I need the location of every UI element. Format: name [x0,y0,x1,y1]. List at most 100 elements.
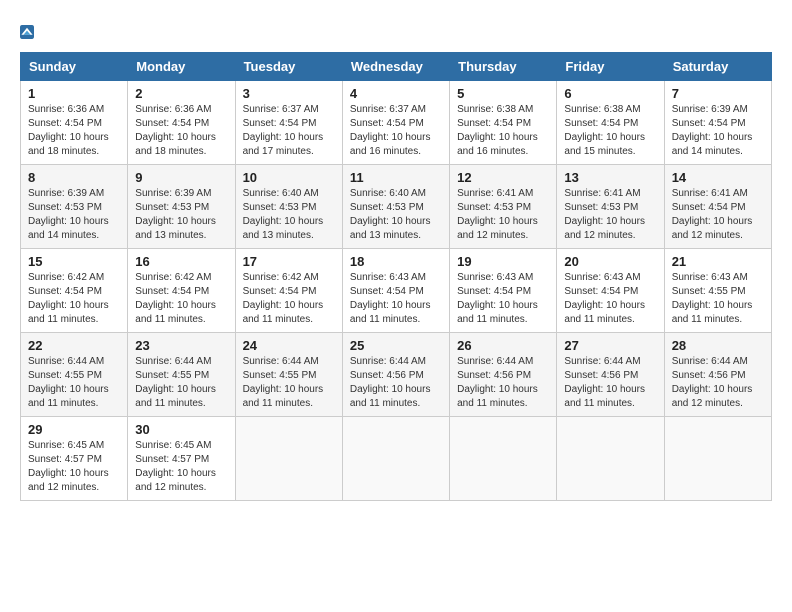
day-info: Sunrise: 6:45 AMSunset: 4:57 PMDaylight:… [135,439,227,495]
calendar-cell: 29Sunrise: 6:45 AMSunset: 4:57 PMDayligh… [21,417,128,501]
day-info: Sunrise: 6:44 AMSunset: 4:56 PMDaylight:… [564,355,656,411]
logo [20,20,36,42]
day-info: Sunrise: 6:43 AMSunset: 4:54 PMDaylight:… [350,271,442,327]
calendar-cell: 5 Sunrise: 6:38 AMSunset: 4:54 PMDaylight… [450,81,557,165]
day-number: 5 [457,86,549,101]
calendar-cell [342,417,449,501]
calendar-cell: 25Sunrise: 6:44 AMSunset: 4:56 PMDayligh… [342,333,449,417]
logo-icon [20,25,34,39]
calendar-cell: 27 Sunrise: 6:44 AMSunset: 4:56 PMDayligh… [557,333,664,417]
day-number: 10 [243,170,335,185]
day-info: Sunrise: 6:39 AMSunset: 4:53 PMDaylight:… [135,187,227,243]
calendar-cell: 18 Sunrise: 6:43 AMSunset: 4:54 PMDayligh… [342,249,449,333]
day-number: 23 [135,338,227,353]
calendar-cell: 9 Sunrise: 6:39 AMSunset: 4:53 PMDaylight… [128,165,235,249]
day-info: Sunrise: 6:42 AMSunset: 4:54 PMDaylight:… [243,271,335,327]
day-number: 24 [243,338,335,353]
day-info: Sunrise: 6:38 AMSunset: 4:54 PMDaylight:… [564,103,656,159]
day-info: Sunrise: 6:42 AMSunset: 4:54 PMDaylight:… [28,271,120,327]
calendar-cell: 1 Sunrise: 6:36 AMSunset: 4:54 PMDaylight… [21,81,128,165]
day-info: Sunrise: 6:36 AMSunset: 4:54 PMDaylight:… [28,103,120,159]
day-info: Sunrise: 6:37 AMSunset: 4:54 PMDaylight:… [350,103,442,159]
day-info: Sunrise: 6:39 AMSunset: 4:54 PMDaylight:… [672,103,764,159]
day-info: Sunrise: 6:44 AMSunset: 4:56 PMDaylight:… [457,355,549,411]
calendar-week-row: 22 Sunrise: 6:44 AMSunset: 4:55 PMDayligh… [21,333,772,417]
calendar-cell: 6Sunrise: 6:38 AMSunset: 4:54 PMDaylight… [557,81,664,165]
day-info: Sunrise: 6:44 AMSunset: 4:56 PMDaylight:… [672,355,764,411]
calendar-week-row: 29 Sunrise: 6:45 AMSunset: 4:57 PMDayligh… [21,417,772,501]
day-number: 1 [28,86,120,101]
day-number: 9 [135,170,227,185]
day-number: 15 [28,254,120,269]
calendar-cell: 26 Sunrise: 6:44 AMSunset: 4:56 PMDayligh… [450,333,557,417]
logo-text [20,20,36,42]
day-info: Sunrise: 6:36 AMSunset: 4:54 PMDaylight:… [135,103,227,159]
day-number: 20 [564,254,656,269]
calendar-cell: 3 Sunrise: 6:37 AMSunset: 4:54 PMDaylight… [235,81,342,165]
calendar-cell: 14Sunrise: 6:41 AMSunset: 4:54 PMDayligh… [664,165,771,249]
calendar-weekday-saturday: Saturday [664,53,771,81]
calendar-cell: 19 Sunrise: 6:43 AMSunset: 4:54 PMDayligh… [450,249,557,333]
day-info: Sunrise: 6:42 AMSunset: 4:54 PMDaylight:… [135,271,227,327]
day-number: 30 [135,422,227,437]
day-info: Sunrise: 6:37 AMSunset: 4:54 PMDaylight:… [243,103,335,159]
day-number: 13 [564,170,656,185]
day-number: 28 [672,338,764,353]
calendar-weekday-monday: Monday [128,53,235,81]
day-number: 18 [350,254,442,269]
day-number: 29 [28,422,120,437]
calendar-cell: 23 Sunrise: 6:44 AMSunset: 4:55 PMDayligh… [128,333,235,417]
calendar-cell [557,417,664,501]
day-info: Sunrise: 6:40 AMSunset: 4:53 PMDaylight:… [243,187,335,243]
day-number: 7 [672,86,764,101]
page-header [20,20,772,42]
calendar-cell: 11 Sunrise: 6:40 AMSunset: 4:53 PMDayligh… [342,165,449,249]
day-number: 8 [28,170,120,185]
day-info: Sunrise: 6:41 AMSunset: 4:53 PMDaylight:… [564,187,656,243]
calendar-cell: 7 Sunrise: 6:39 AMSunset: 4:54 PMDaylight… [664,81,771,165]
day-info: Sunrise: 6:44 AMSunset: 4:55 PMDaylight:… [28,355,120,411]
calendar-cell: 30 Sunrise: 6:45 AMSunset: 4:57 PMDayligh… [128,417,235,501]
calendar-cell: 15 Sunrise: 6:42 AMSunset: 4:54 PMDayligh… [21,249,128,333]
calendar-cell: 13 Sunrise: 6:41 AMSunset: 4:53 PMDayligh… [557,165,664,249]
calendar-cell [450,417,557,501]
day-number: 12 [457,170,549,185]
calendar-table: SundayMondayTuesdayWednesdayThursdayFrid… [20,52,772,501]
day-info: Sunrise: 6:40 AMSunset: 4:53 PMDaylight:… [350,187,442,243]
calendar-cell: 20 Sunrise: 6:43 AMSunset: 4:54 PMDayligh… [557,249,664,333]
day-number: 2 [135,86,227,101]
calendar-cell: 8 Sunrise: 6:39 AMSunset: 4:53 PMDaylight… [21,165,128,249]
calendar-cell: 10 Sunrise: 6:40 AMSunset: 4:53 PMDayligh… [235,165,342,249]
calendar-cell: 17 Sunrise: 6:42 AMSunset: 4:54 PMDayligh… [235,249,342,333]
day-number: 16 [135,254,227,269]
day-number: 4 [350,86,442,101]
day-info: Sunrise: 6:38 AMSunset: 4:54 PMDaylight:… [457,103,549,159]
calendar-weekday-sunday: Sunday [21,53,128,81]
day-info: Sunrise: 6:44 AMSunset: 4:55 PMDaylight:… [243,355,335,411]
calendar-weekday-friday: Friday [557,53,664,81]
day-number: 27 [564,338,656,353]
calendar-weekday-thursday: Thursday [450,53,557,81]
day-info: Sunrise: 6:43 AMSunset: 4:54 PMDaylight:… [564,271,656,327]
calendar-week-row: 1 Sunrise: 6:36 AMSunset: 4:54 PMDaylight… [21,81,772,165]
day-info: Sunrise: 6:41 AMSunset: 4:54 PMDaylight:… [672,187,764,243]
day-number: 19 [457,254,549,269]
calendar-week-row: 8 Sunrise: 6:39 AMSunset: 4:53 PMDaylight… [21,165,772,249]
day-number: 26 [457,338,549,353]
day-info: Sunrise: 6:43 AMSunset: 4:54 PMDaylight:… [457,271,549,327]
day-number: 11 [350,170,442,185]
day-number: 22 [28,338,120,353]
day-number: 3 [243,86,335,101]
calendar-weekday-wednesday: Wednesday [342,53,449,81]
calendar-cell: 28 Sunrise: 6:44 AMSunset: 4:56 PMDayligh… [664,333,771,417]
calendar-cell [664,417,771,501]
calendar-cell: 22 Sunrise: 6:44 AMSunset: 4:55 PMDayligh… [21,333,128,417]
calendar-cell: 16 Sunrise: 6:42 AMSunset: 4:54 PMDayligh… [128,249,235,333]
calendar-cell: 2 Sunrise: 6:36 AMSunset: 4:54 PMDaylight… [128,81,235,165]
calendar-cell: 21Sunrise: 6:43 AMSunset: 4:55 PMDayligh… [664,249,771,333]
day-info: Sunrise: 6:39 AMSunset: 4:53 PMDaylight:… [28,187,120,243]
calendar-weekday-tuesday: Tuesday [235,53,342,81]
day-number: 17 [243,254,335,269]
calendar-cell: 12Sunrise: 6:41 AMSunset: 4:53 PMDayligh… [450,165,557,249]
day-info: Sunrise: 6:44 AMSunset: 4:55 PMDaylight:… [135,355,227,411]
